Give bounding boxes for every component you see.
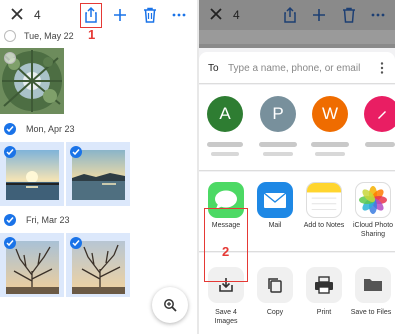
vertical-more-icon[interactable]	[379, 61, 385, 75]
action-label-line1: Save 4	[215, 309, 237, 316]
zoom-icon	[164, 299, 177, 312]
copy-icon	[268, 278, 282, 293]
photo-thumbnail[interactable]	[72, 241, 125, 294]
photos-selection-screen: 4 1 Tue, May 22 Mon, Apr 23 Fri, Mar 23	[0, 0, 197, 334]
photo-thumbnail[interactable]	[6, 241, 59, 294]
photo-thumbnail[interactable]	[6, 150, 59, 200]
notes-app[interactable]	[306, 182, 342, 218]
blurred-contact-name	[311, 142, 349, 147]
dimmed-background: 4	[199, 0, 395, 48]
zoom-button[interactable]	[152, 287, 188, 323]
share-sheet: To Type a name, phone, or email A P W Me…	[199, 52, 395, 334]
step-2-label: 2	[222, 244, 230, 259]
blurred-contact-name	[207, 142, 243, 147]
checkmark-icon	[6, 240, 14, 247]
add-icon[interactable]	[111, 6, 129, 24]
photo-select-toggle[interactable]	[4, 52, 16, 64]
contact-avatar[interactable]: P	[260, 96, 296, 132]
icloud-photo-sharing-app[interactable]	[355, 182, 391, 218]
save-to-files-action[interactable]	[355, 267, 391, 303]
more-icon	[371, 13, 385, 17]
app-label: Add to Notes	[303, 222, 345, 229]
app-label-line2: Sharing	[360, 231, 386, 238]
checkmark-icon	[72, 240, 80, 247]
checkmark-icon	[72, 149, 80, 156]
notes-icon	[307, 183, 341, 210]
action-label-line2: Images	[214, 318, 238, 325]
blurred-contact-name	[263, 152, 293, 156]
contact-avatar[interactable]: W	[312, 96, 348, 132]
checkmark-icon	[6, 217, 14, 224]
recipient-input[interactable]: Type a name, phone, or email	[228, 63, 360, 74]
photo-select-toggle[interactable]	[70, 237, 82, 249]
mail-app[interactable]	[257, 182, 293, 218]
print-action[interactable]	[306, 267, 342, 303]
action-label: Save to Files	[350, 309, 392, 316]
share-highlight-box	[80, 3, 102, 28]
action-label: Print	[316, 309, 332, 316]
action-label: Copy	[266, 309, 284, 316]
print-icon	[315, 276, 333, 294]
contact-suggestions: A P W	[199, 85, 395, 171]
group-select-toggle[interactable]	[4, 123, 16, 135]
checkmark-icon	[6, 149, 14, 156]
photo-select-toggle[interactable]	[4, 146, 16, 158]
share-icon	[284, 6, 296, 23]
app-label-line1: iCloud Photo	[352, 222, 394, 229]
pencil-icon	[378, 111, 386, 119]
date-header: Fri, Mar 23	[26, 215, 70, 225]
folder-icon	[364, 279, 382, 291]
blurred-contact-name	[211, 152, 239, 156]
to-label: To	[208, 63, 219, 74]
copy-action[interactable]	[257, 267, 293, 303]
photo-select-toggle[interactable]	[4, 237, 16, 249]
selected-count: 4	[34, 8, 41, 22]
contact-avatar[interactable]	[364, 96, 395, 132]
date-header: Tue, May 22	[24, 31, 74, 41]
more-icon[interactable]	[170, 6, 188, 24]
delete-icon	[343, 7, 355, 23]
photo-select-toggle[interactable]	[70, 146, 82, 158]
blurred-contact-name	[365, 142, 395, 147]
dimmed-date-row	[199, 30, 395, 44]
photos-icon	[359, 186, 387, 214]
date-header: Mon, Apr 23	[26, 124, 75, 134]
close-icon[interactable]	[10, 7, 24, 21]
recipient-row[interactable]: To Type a name, phone, or email	[199, 52, 395, 84]
close-icon	[210, 8, 222, 20]
share-sheet-screen: 4 To Type a name, phone, or email A P W	[199, 0, 395, 334]
add-icon	[313, 9, 325, 21]
photo-thumbnail[interactable]	[72, 150, 125, 200]
delete-icon[interactable]	[141, 6, 159, 24]
checkmark-icon	[6, 126, 14, 133]
mail-icon	[263, 191, 287, 208]
contact-avatar[interactable]: A	[207, 96, 243, 132]
blurred-contact-name	[259, 142, 297, 147]
blurred-contact-name	[315, 152, 345, 156]
group-select-toggle[interactable]	[4, 214, 16, 226]
group-select-toggle[interactable]	[4, 30, 16, 42]
app-label: Mail	[268, 222, 282, 229]
selected-count: 4	[233, 8, 240, 22]
step-1-label: 1	[88, 27, 96, 42]
